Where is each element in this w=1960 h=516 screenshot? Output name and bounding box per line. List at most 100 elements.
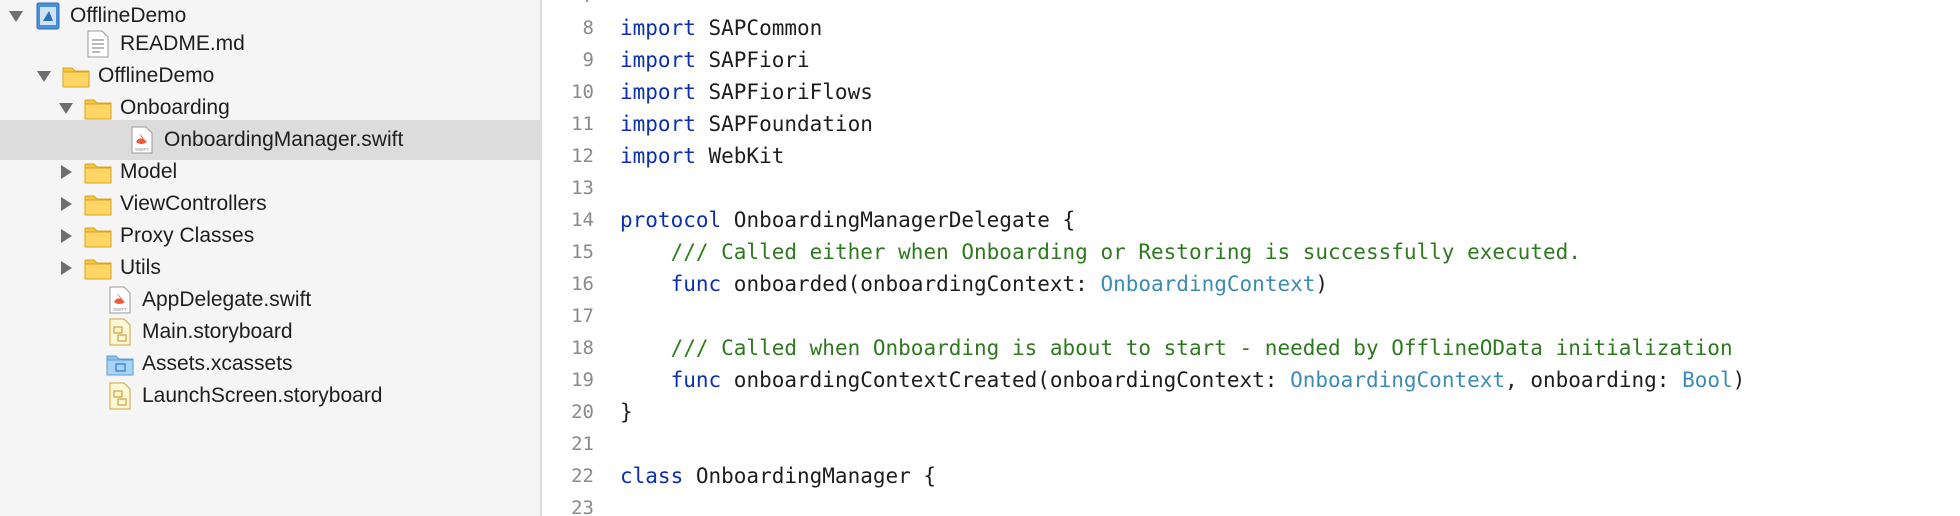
plain-token: ) (1315, 272, 1329, 296)
keyword-token: import (620, 48, 696, 72)
folder-icon (62, 62, 90, 90)
code-line[interactable]: 13 (544, 172, 1960, 204)
navigator-item-label: Utils (120, 256, 161, 279)
code-line[interactable]: 9 import SAPFiori (544, 44, 1960, 76)
keyword-token: import (620, 16, 696, 40)
line-number: 17 (571, 305, 594, 327)
type-token: Bool (1682, 368, 1733, 392)
code-line[interactable]: 10 import SAPFioriFlows (544, 76, 1960, 108)
plain-token: SAPFioriFlows (695, 80, 873, 104)
folder-icon (84, 190, 112, 218)
code-line[interactable]: 23 (544, 492, 1960, 516)
line-number: 14 (571, 209, 594, 231)
line-number: 20 (571, 401, 594, 423)
code-line[interactable]: 16 func onboarded(onboardingContext: Onb… (544, 268, 1960, 300)
code-line[interactable]: 19 func onboardingContextCreated(onboard… (544, 364, 1960, 396)
plain-token: SAPCommon (695, 16, 823, 40)
keyword-token: class (620, 464, 684, 488)
plain-token: SAPFoundation (695, 112, 873, 136)
code-text: /// Called either when Onboarding or Res… (620, 236, 1581, 268)
disclosure-collapsed-icon[interactable] (56, 226, 76, 246)
line-number: 21 (571, 433, 594, 455)
line-number: 18 (571, 337, 594, 359)
line-number: 15 (571, 241, 594, 263)
navigator-item-label: Proxy Classes (120, 224, 255, 247)
plain-token: onboarded(onboardingContext: (721, 272, 1101, 296)
code-line[interactable]: 22 class OnboardingManager { (544, 460, 1960, 492)
line-number: 23 (571, 497, 594, 516)
keyword-token: protocol (620, 208, 722, 232)
code-text: import WebKit (620, 140, 784, 172)
code-text: } (620, 396, 633, 428)
keyword-token: import (620, 144, 696, 168)
line-number: 12 (571, 145, 594, 167)
navigator-item-label: ViewControllers (120, 192, 267, 215)
code-line[interactable]: 21 (544, 428, 1960, 460)
plain-token: OnboardingManager { (683, 464, 937, 488)
code-text: import SAPFioriFlows (620, 76, 873, 108)
plain-token: WebKit (695, 144, 785, 168)
code-line[interactable]: 14 protocol OnboardingManagerDelegate { (544, 204, 1960, 236)
storyboard-icon (106, 382, 134, 410)
navigator-item-label: OfflineDemo (98, 64, 215, 87)
code-line[interactable]: 11 import SAPFoundation (544, 108, 1960, 140)
code-text: protocol OnboardingManagerDelegate { (620, 204, 1075, 236)
navigator-item-label: OnboardingManager.swift (164, 128, 404, 151)
disclosure-collapsed-icon[interactable] (56, 258, 76, 278)
code-line[interactable]: 8 import SAPCommon (544, 12, 1960, 44)
code-text: import SAPCommon (620, 12, 822, 44)
navigator-item-label: Model (120, 160, 178, 183)
comment-token: /// Called when Onboarding is about to s… (670, 336, 1733, 360)
line-number: 13 (571, 177, 594, 199)
disclosure-expanded-icon[interactable] (6, 6, 26, 26)
code-text: import SAPFiori (620, 44, 810, 76)
disclosure-expanded-icon[interactable] (34, 66, 54, 86)
source-editor[interactable]: 7 8 import SAPCommon 9 import SAPFiori 10 impo… (544, 0, 1960, 516)
navigator-item-label: README.md (120, 32, 245, 55)
line-number: 9 (582, 49, 594, 71)
code-text: func onboarded(onboardingContext: Onboar… (620, 268, 1328, 300)
code-line[interactable]: 7 (544, 0, 1960, 12)
folder-icon (84, 254, 112, 282)
folder-icon (84, 94, 112, 122)
disclosure-collapsed-icon[interactable] (56, 194, 76, 214)
folder-icon (84, 158, 112, 186)
swift-file-icon: SWIFT (128, 126, 156, 154)
line-number: 11 (571, 113, 594, 135)
navigator-item-label: Onboarding (120, 96, 230, 119)
plain-token: ) (1732, 368, 1746, 392)
code-text: /// Called when Onboarding is about to s… (620, 332, 1733, 364)
navigator-item-label: LaunchScreen.storyboard (142, 384, 383, 407)
type-token: OnboardingContext (1290, 368, 1506, 392)
code-line[interactable]: 20} (544, 396, 1960, 428)
code-line[interactable]: 18 /// Called when Onboarding is about t… (544, 332, 1960, 364)
line-number: 16 (571, 273, 594, 295)
code-line[interactable]: 12 import WebKit (544, 140, 1960, 172)
code-text: class OnboardingManager { (620, 460, 936, 492)
disclosure-collapsed-icon[interactable] (56, 162, 76, 182)
line-number: 10 (571, 81, 594, 103)
comment-token: /// Called either when Onboarding or Res… (670, 240, 1581, 264)
navigator-item[interactable]: LaunchScreen.storyboard (0, 376, 540, 416)
keyword-token: func (670, 272, 722, 296)
navigator-item-label: Main.storyboard (142, 320, 293, 343)
disclosure-expanded-icon[interactable] (56, 98, 76, 118)
plain-token: } (620, 400, 633, 424)
line-number: 8 (582, 17, 594, 39)
keyword-token: func (670, 368, 722, 392)
navigator-item-label: Assets.xcassets (142, 352, 293, 375)
code-line[interactable]: 17 (544, 300, 1960, 332)
keyword-token: import (620, 112, 696, 136)
asset-catalog-icon (106, 350, 134, 378)
plain-token: SAPFiori (695, 48, 810, 72)
code-line[interactable]: 15 /// Called either when Onboarding or … (544, 236, 1960, 268)
